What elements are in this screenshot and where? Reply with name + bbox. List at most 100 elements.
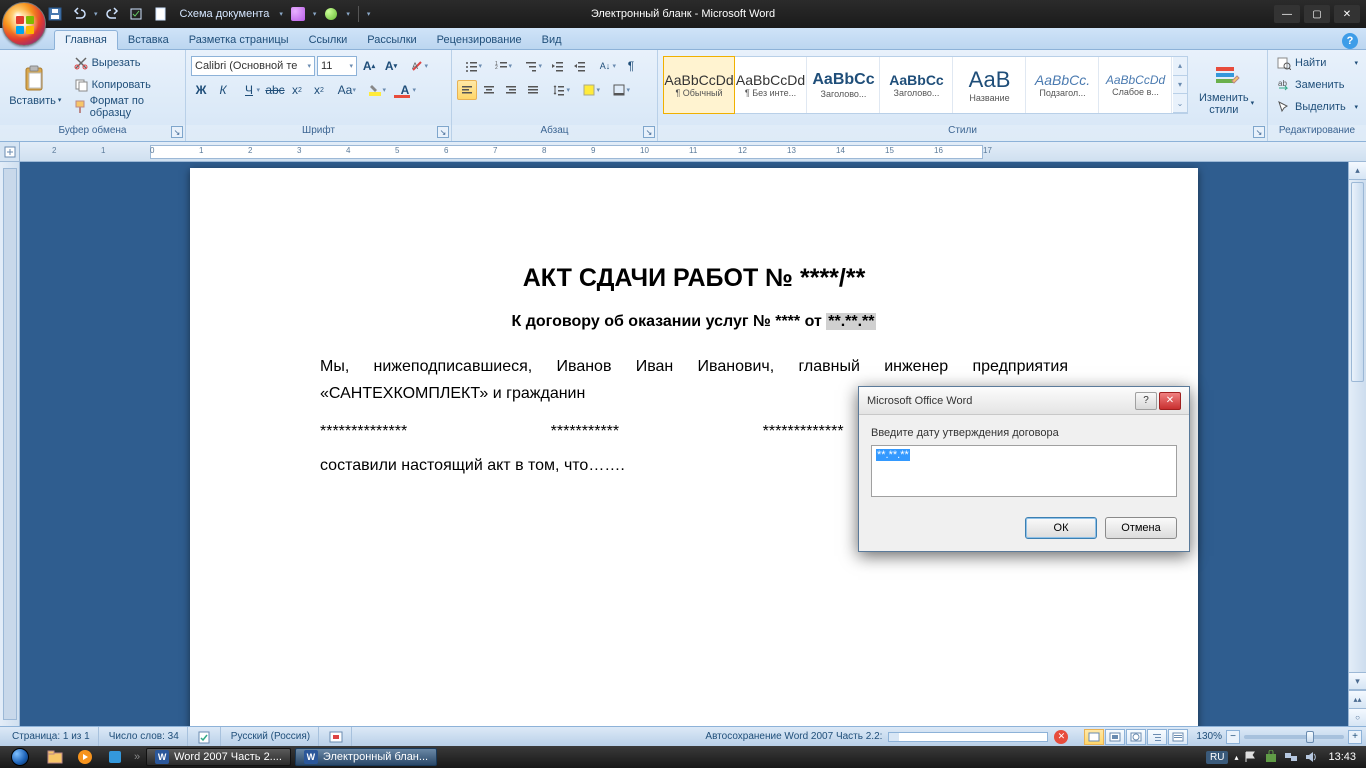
change-styles-button[interactable]: Изменить стили▾ (1192, 56, 1261, 122)
tray-volume-icon[interactable] (1304, 750, 1318, 764)
gallery-down-icon[interactable]: ▾ (1173, 76, 1187, 95)
vertical-ruler[interactable] (0, 162, 20, 726)
bullets-button[interactable] (457, 56, 485, 76)
underline-button[interactable]: Ч (235, 80, 263, 100)
dialog-cancel-button[interactable]: Отмена (1105, 517, 1177, 539)
view-web[interactable] (1126, 729, 1146, 745)
status-page[interactable]: Страница: 1 из 1 (4, 727, 99, 746)
view-full-screen[interactable] (1105, 729, 1125, 745)
status-macro-icon[interactable] (321, 727, 352, 746)
shading-button[interactable] (575, 80, 603, 100)
change-case-button[interactable]: Aa (331, 80, 359, 100)
dialog-help-button[interactable]: ? (1135, 392, 1157, 410)
vertical-scrollbar[interactable]: ▴ ▾ ▴▴○▾▾ (1348, 162, 1366, 726)
copy-button[interactable]: Копировать (70, 75, 180, 95)
browse-object-icon[interactable]: ○ (1349, 708, 1366, 726)
bold-button[interactable]: Ж (191, 80, 211, 100)
tray-safe-icon[interactable] (1264, 750, 1278, 764)
styles-launcher[interactable]: ↘ (1253, 126, 1265, 138)
subscript-button[interactable]: x2 (287, 80, 307, 100)
gallery-more-icon[interactable]: ⌄ (1173, 94, 1187, 113)
strike-button[interactable]: abc (265, 80, 285, 100)
view-outline[interactable] (1147, 729, 1167, 745)
pinned-explorer-icon[interactable] (40, 746, 70, 768)
style-subtitle[interactable]: AaBbCc.Подзагол... (1027, 57, 1099, 113)
qat-undo-icon[interactable] (70, 5, 88, 23)
qat-doc-icon[interactable] (152, 5, 170, 23)
dialog-input[interactable]: **.**.** (871, 445, 1177, 497)
grow-font-button[interactable]: A▴ (359, 56, 379, 76)
qat-customize-icon[interactable]: ▾ (367, 10, 371, 18)
scroll-thumb[interactable] (1351, 182, 1364, 382)
close-button[interactable]: ✕ (1334, 5, 1360, 23)
style-no-spacing[interactable]: AaBbCcDd¶ Без инте... (735, 57, 807, 113)
align-justify-button[interactable] (523, 80, 543, 100)
tray-language[interactable]: RU (1206, 751, 1228, 764)
clipboard-launcher[interactable]: ↘ (171, 126, 183, 138)
select-button[interactable]: Выделить▾ (1273, 97, 1361, 117)
qat-redo-icon[interactable] (104, 5, 122, 23)
tray-network-icon[interactable] (1284, 750, 1298, 764)
qat-green-dot-icon[interactable] (322, 5, 340, 23)
tab-view[interactable]: Вид (532, 31, 572, 49)
zoom-in-button[interactable]: + (1348, 730, 1362, 744)
font-name-combo[interactable]: Calibri (Основной те▾ (191, 56, 315, 76)
gallery-up-icon[interactable]: ▴ (1173, 57, 1187, 76)
qat-checkbox-icon[interactable] (128, 5, 146, 23)
status-proof-icon[interactable] (190, 727, 221, 746)
maximize-button[interactable]: ▢ (1304, 5, 1330, 23)
decrease-indent-button[interactable] (547, 56, 567, 76)
increase-indent-button[interactable] (569, 56, 589, 76)
ruler-corner[interactable] (0, 142, 20, 161)
style-normal[interactable]: AaBbCcDd¶ Обычный (663, 56, 735, 114)
view-draft[interactable] (1168, 729, 1188, 745)
find-button[interactable]: Найти▾ (1273, 53, 1361, 73)
show-marks-button[interactable]: ¶ (621, 56, 641, 76)
numbering-button[interactable]: 12 (487, 56, 515, 76)
cut-button[interactable]: Вырезать (70, 53, 180, 73)
minimize-button[interactable]: — (1274, 5, 1300, 23)
style-subtle[interactable]: AaBbCcDdСлабое в... (1100, 57, 1172, 113)
horizontal-ruler[interactable]: /* ticks drawn via spans below */ 321012… (0, 142, 1366, 162)
tray-clock[interactable]: 13:43 (1324, 751, 1360, 763)
line-spacing-button[interactable] (545, 80, 573, 100)
tab-review[interactable]: Рецензирование (427, 31, 532, 49)
dialog-ok-button[interactable]: ОК (1025, 517, 1097, 539)
tray-up-icon[interactable]: ▴ (1234, 753, 1238, 762)
borders-button[interactable] (605, 80, 633, 100)
status-language[interactable]: Русский (Россия) (223, 727, 319, 746)
tab-insert[interactable]: Вставка (118, 31, 179, 49)
start-button[interactable] (0, 746, 40, 768)
tab-references[interactable]: Ссылки (299, 31, 358, 49)
sort-button[interactable]: A↓ (591, 56, 619, 76)
tab-mailings[interactable]: Рассылки (357, 31, 426, 49)
align-center-button[interactable] (479, 80, 499, 100)
font-size-combo[interactable]: 11▾ (317, 56, 357, 76)
font-color-button[interactable]: A (391, 80, 419, 100)
style-heading2[interactable]: AaBbCcЗаголово... (881, 57, 953, 113)
dialog-close-button[interactable]: ✕ (1159, 392, 1181, 410)
multilevel-button[interactable] (517, 56, 545, 76)
superscript-button[interactable]: x2 (309, 80, 329, 100)
highlight-button[interactable] (361, 80, 389, 100)
tab-home[interactable]: Главная (54, 30, 118, 50)
align-right-button[interactable] (501, 80, 521, 100)
dialog-titlebar[interactable]: Microsoft Office Word ? ✕ (859, 387, 1189, 415)
help-button[interactable]: ? (1342, 33, 1358, 49)
clear-format-button[interactable]: A (403, 56, 431, 76)
shrink-font-button[interactable]: A▾ (381, 56, 401, 76)
zoom-slider[interactable] (1244, 735, 1344, 739)
pinned-misc-icon[interactable] (100, 746, 130, 768)
format-painter-button[interactable]: Формат по образцу (70, 97, 180, 117)
paragraph-launcher[interactable]: ↘ (643, 126, 655, 138)
tab-page-layout[interactable]: Разметка страницы (179, 31, 299, 49)
qat-shape-icon[interactable] (289, 5, 307, 23)
view-print-layout[interactable] (1084, 729, 1104, 745)
italic-button[interactable]: К (213, 80, 233, 100)
taskbar-item-1[interactable]: WWord 2007 Часть 2.... (146, 748, 291, 766)
replace-button[interactable]: abЗаменить (1273, 75, 1361, 95)
prev-page-icon[interactable]: ▴▴ (1349, 690, 1366, 708)
style-title[interactable]: АаВНазвание (954, 57, 1026, 113)
pinned-media-icon[interactable] (70, 746, 100, 768)
align-left-button[interactable] (457, 80, 477, 100)
